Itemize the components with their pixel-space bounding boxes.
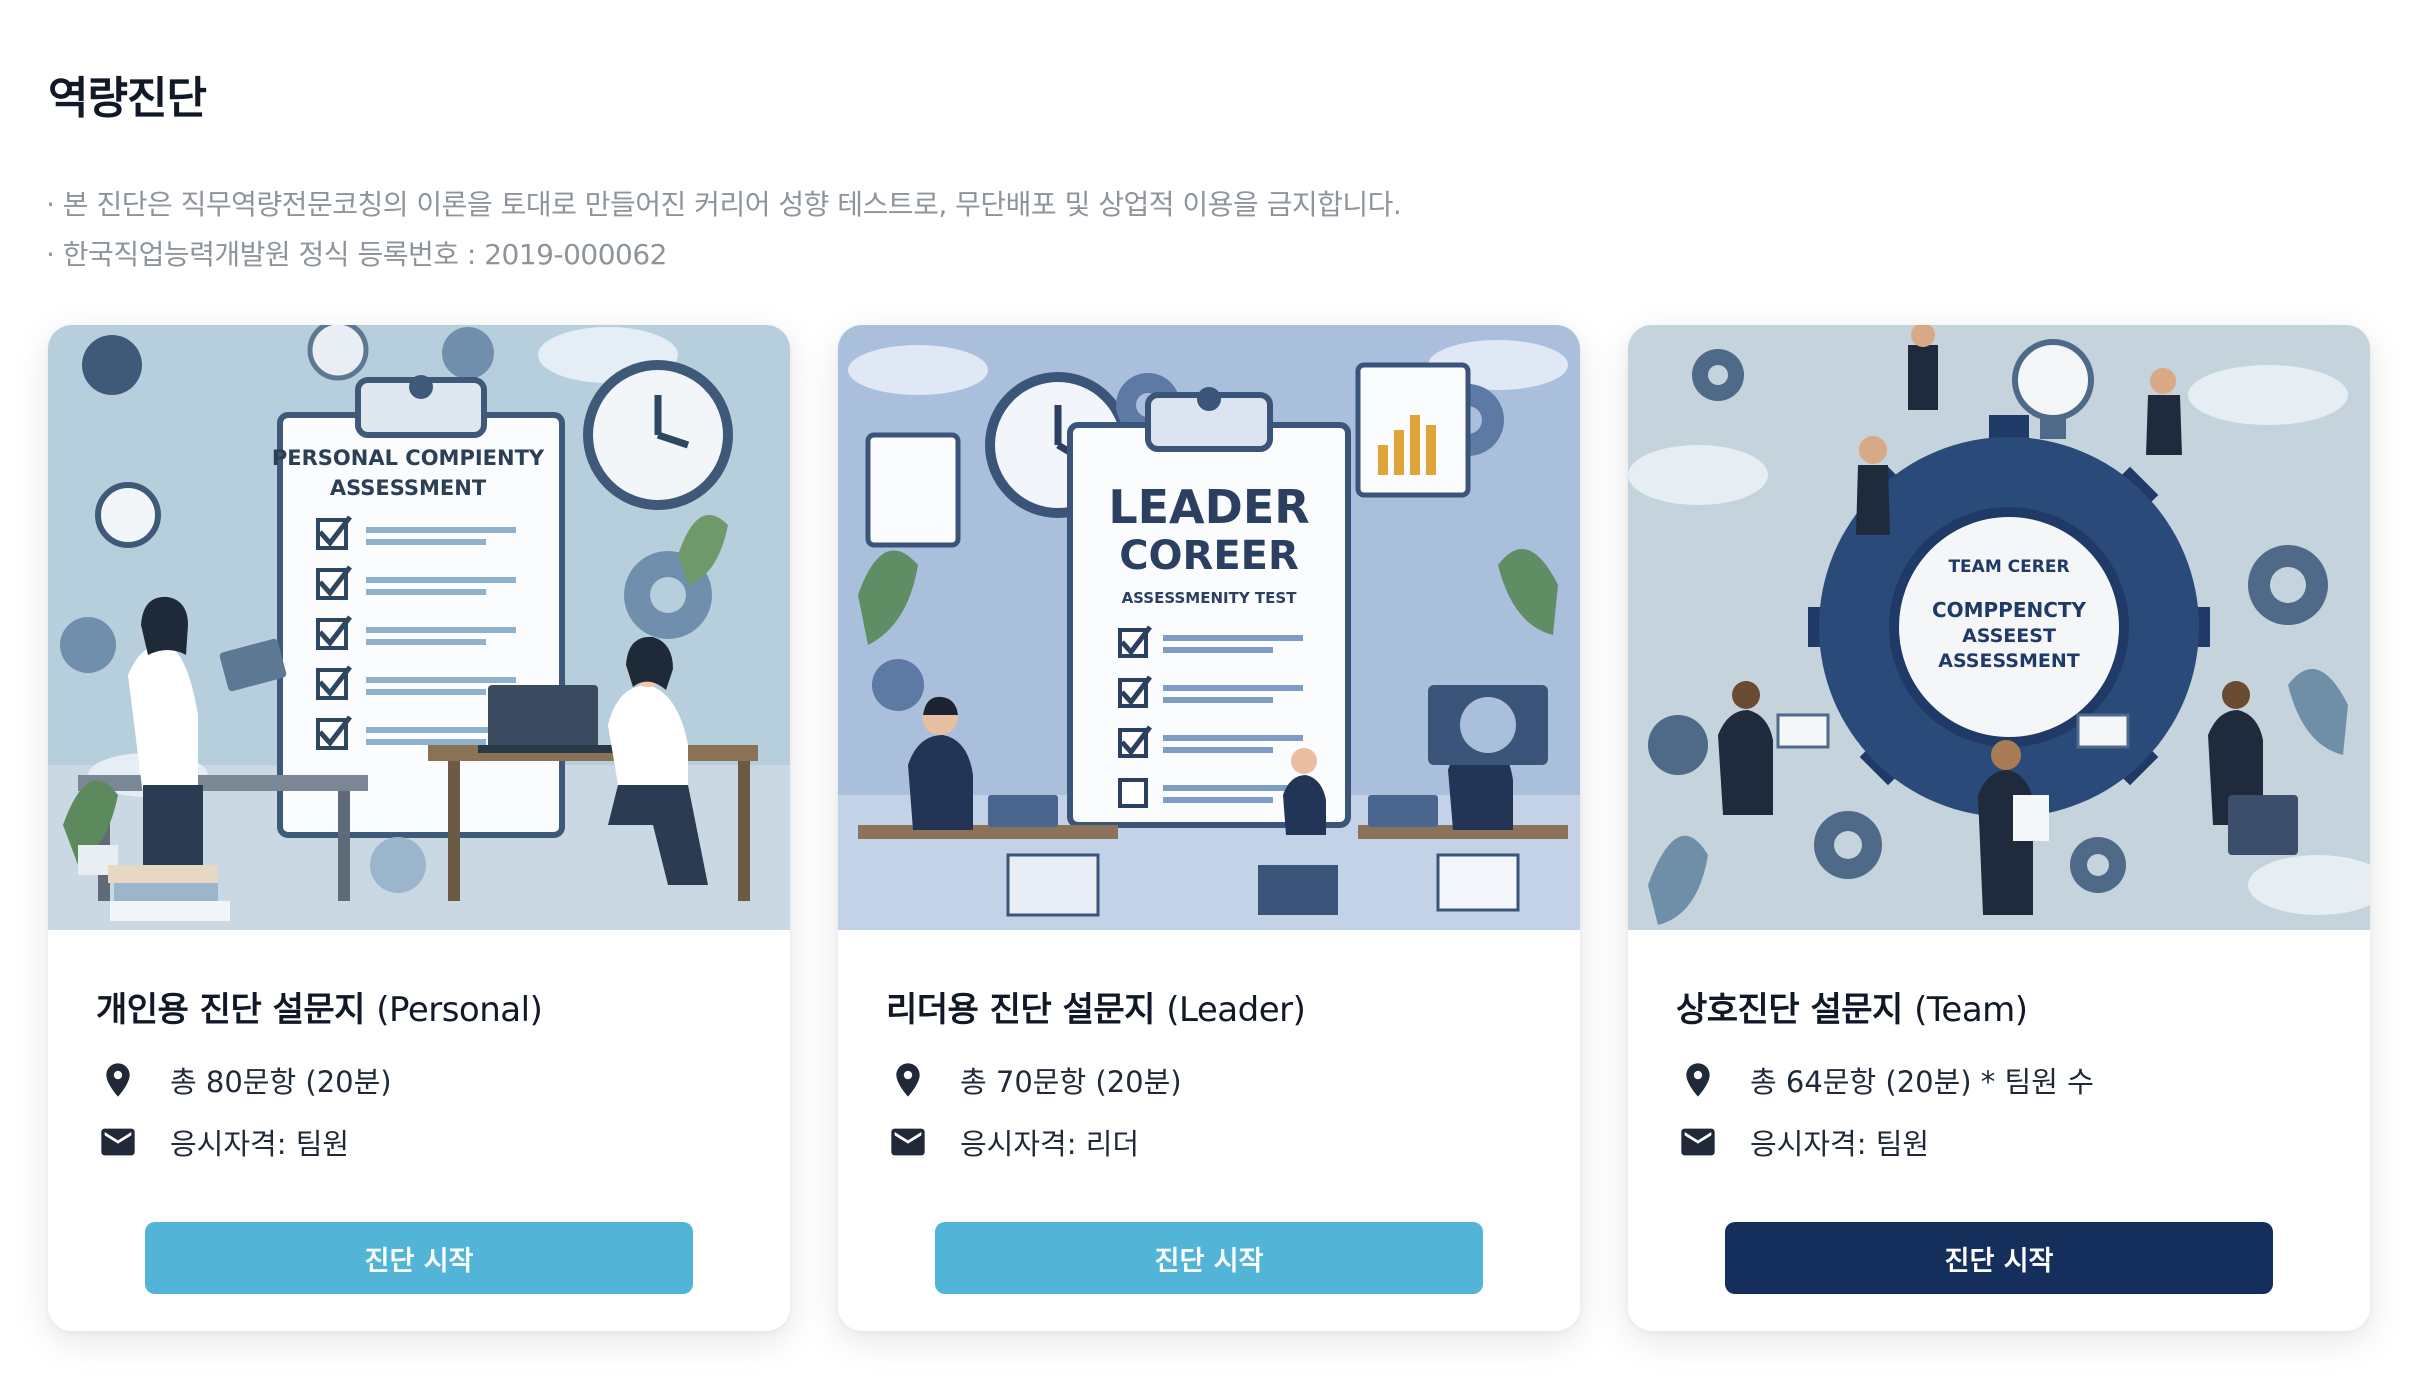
- eligibility-text: 응시자격: 리더: [960, 1127, 1140, 1161]
- illustration-heading-line3: ASSESSMENITY TEST: [1122, 589, 1298, 607]
- question-count-row: 총 70문항 (20분): [888, 1060, 1182, 1100]
- illustration-heading-line1: LEADER: [1108, 480, 1309, 534]
- assessment-card-team: TEAM CERER COMPPENCTY ASSEEST ASSESSMENT: [1628, 325, 2370, 1331]
- assessment-card-personal: PERSONAL COMPIENTY ASSESSMENT 개인용 진단 설문지…: [48, 325, 790, 1331]
- card-title: 상호진단 설문지 (Team): [1676, 982, 2028, 1031]
- card-title-ko: 개인용 진단 설문지: [96, 990, 365, 1030]
- start-assessment-button-personal[interactable]: 진단 시작: [145, 1222, 693, 1294]
- assessment-card-leader: LEADER COREER ASSESSMENITY TEST 리더용 진단 설…: [838, 325, 1580, 1331]
- illustration-heading-line1: PERSONAL COMPIENTY: [272, 446, 545, 470]
- card-title: 개인용 진단 설문지 (Personal): [96, 982, 543, 1031]
- question-count-text: 총 70문항 (20분): [960, 1065, 1182, 1099]
- eligibility-text: 응시자격: 팀원: [1750, 1127, 1930, 1161]
- card-body: 리더용 진단 설문지 (Leader) 총 70문항 (20분) 응시자격: 리…: [838, 930, 1580, 1331]
- question-count-text: 총 64문항 (20분) * 팀원 수: [1750, 1065, 2094, 1099]
- location-pin-icon: [896, 1063, 920, 1097]
- location-pin-icon: [1686, 1063, 1710, 1097]
- illustration-heading-line3: ASSEEST: [1962, 625, 2056, 647]
- illustration-heading-line2: COREER: [1119, 533, 1299, 579]
- eligibility-row: 응시자격: 리더: [888, 1122, 1139, 1162]
- question-count-row: 총 64문항 (20분) * 팀원 수: [1678, 1060, 2094, 1100]
- notice-list: · 본 진단은 직무역량전문코칭의 이론을 토대로 만들어진 커리어 성향 테스…: [46, 180, 1402, 280]
- mail-icon: [101, 1128, 135, 1156]
- question-count-row: 총 80문항 (20분): [98, 1060, 392, 1100]
- team-assessment-illustration: TEAM CERER COMPPENCTY ASSEEST ASSESSMENT: [1628, 325, 2370, 930]
- eligibility-row: 응시자격: 팀원: [1678, 1122, 1929, 1162]
- card-body: 상호진단 설문지 (Team) 총 64문항 (20분) * 팀원 수 응시자격…: [1628, 930, 2370, 1331]
- card-title-ko: 상호진단 설문지: [1676, 990, 1903, 1030]
- illustration-heading-line2: ASSESSMENT: [330, 476, 487, 500]
- location-pin-icon: [106, 1063, 130, 1097]
- card-title-en: (Personal): [376, 990, 543, 1030]
- eligibility-row: 응시자격: 팀원: [98, 1122, 349, 1162]
- question-count-text: 총 80문항 (20분): [170, 1065, 392, 1099]
- leader-assessment-illustration: LEADER COREER ASSESSMENITY TEST: [838, 325, 1580, 930]
- illustration-heading-line2: COMPPENCTY: [1932, 598, 2087, 622]
- start-assessment-button-leader[interactable]: 진단 시작: [935, 1222, 1483, 1294]
- mail-icon: [1681, 1128, 1715, 1156]
- card-body: 개인용 진단 설문지 (Personal) 총 80문항 (20분) 응시자격:…: [48, 930, 790, 1331]
- notice-registration-number: · 한국직업능력개발원 정식 등록번호 : 2019-000062: [46, 238, 668, 271]
- personal-assessment-illustration: PERSONAL COMPIENTY ASSESSMENT: [48, 325, 790, 930]
- illustration-heading-line4: ASSESSMENT: [1938, 650, 2080, 672]
- eligibility-text: 응시자격: 팀원: [170, 1127, 350, 1161]
- page-title: 역량진단: [48, 73, 207, 124]
- notice-usage-restriction: · 본 진단은 직무역량전문코칭의 이론을 토대로 만들어진 커리어 성향 테스…: [46, 188, 1402, 221]
- start-assessment-button-team[interactable]: 진단 시작: [1725, 1222, 2273, 1294]
- mail-icon: [891, 1128, 925, 1156]
- card-title: 리더용 진단 설문지 (Leader): [886, 982, 1306, 1031]
- card-title-en: (Team): [1914, 990, 2028, 1030]
- card-title-ko: 리더용 진단 설문지: [886, 990, 1155, 1030]
- card-title-en: (Leader): [1166, 990, 1306, 1030]
- illustration-heading-line1: TEAM CERER: [1948, 557, 2069, 577]
